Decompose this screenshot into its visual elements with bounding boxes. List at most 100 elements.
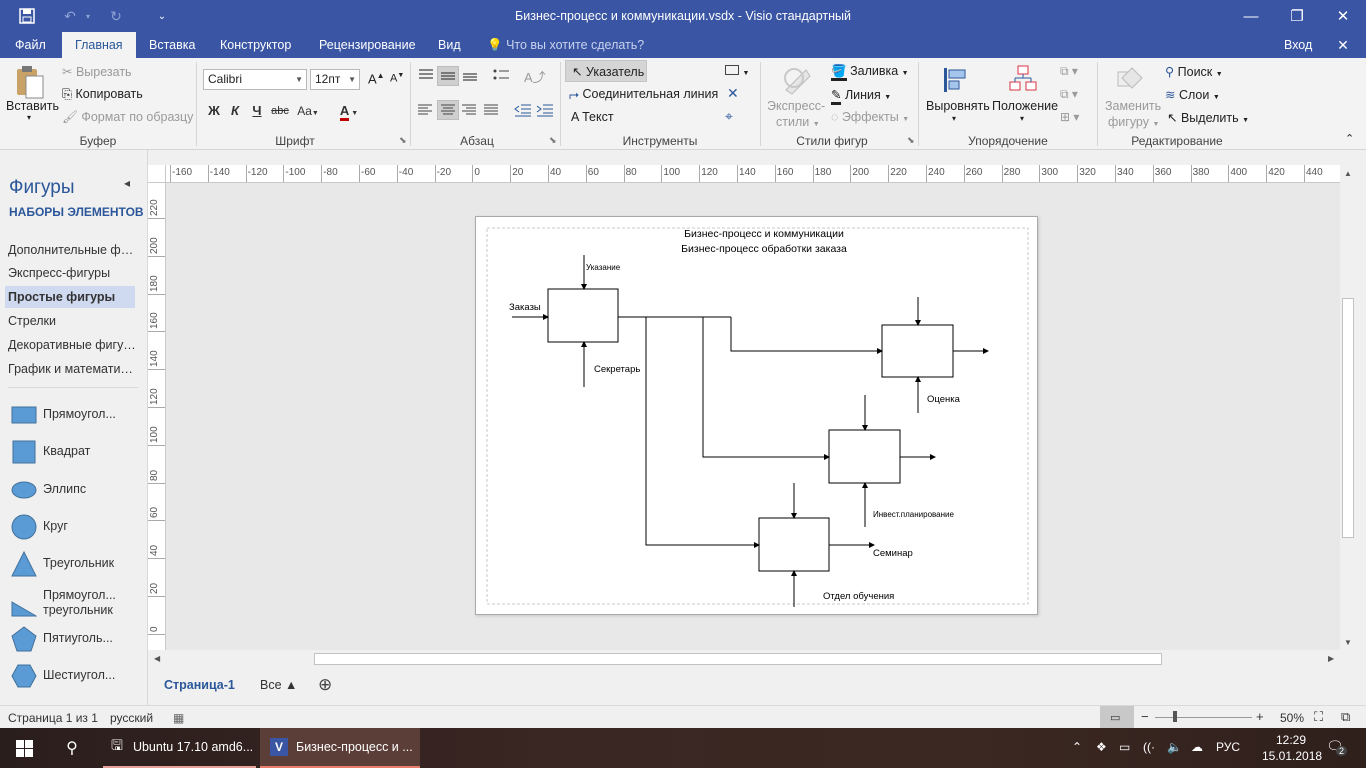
close-tool-icon[interactable]: ✕	[727, 85, 739, 102]
horizontal-scrollbar[interactable]: ◀ ▶	[150, 651, 1340, 667]
shape-triangle[interactable]: Треугольник	[8, 548, 144, 580]
stencil-item-active[interactable]: Простые фигуры	[5, 286, 135, 308]
close-doc-icon[interactable]: ✕	[1320, 32, 1366, 58]
volume-icon[interactable]: 🔈	[1167, 740, 1182, 754]
drawing-page[interactable]: Бизнес-процесс и коммуникации Бизнес-про…	[475, 216, 1038, 615]
font-name-select[interactable]: Calibri ▼	[203, 69, 307, 90]
label-secretary[interactable]: Секретарь	[594, 364, 640, 375]
font-color-button[interactable]: A ▼	[334, 101, 364, 121]
label-seminar[interactable]: Семинар	[873, 548, 913, 559]
change-shape-icon[interactable]	[1114, 64, 1146, 99]
bold-button[interactable]: Ж	[204, 101, 224, 121]
change-shape-button[interactable]: Заменить	[1105, 99, 1161, 113]
position-dropdown-icon[interactable]: ▾	[1020, 114, 1024, 123]
align-middle-icon[interactable]	[437, 66, 459, 86]
tab-design[interactable]: Конструктор	[207, 32, 304, 58]
stencil-item[interactable]: Экспресс-фигуры	[8, 262, 138, 284]
scroll-left-icon[interactable]: ◀	[154, 654, 160, 663]
taskbar-visio[interactable]: V Бизнес-процесс и ...	[260, 728, 420, 768]
label-instruction[interactable]: Указание	[586, 263, 621, 272]
text-tool-button[interactable]: A Текст	[571, 110, 614, 124]
switch-windows-icon[interactable]: ⧉	[1341, 709, 1350, 725]
shape-circle[interactable]: Круг	[8, 511, 144, 543]
connector-tool-button[interactable]: ⮣ Соединительная линия	[569, 87, 718, 102]
vertical-scrollbar[interactable]: ▲ ▼	[1340, 165, 1356, 650]
tab-view[interactable]: Вид	[425, 32, 474, 58]
zoom-out-button[interactable]: −	[1141, 709, 1149, 724]
quick-styles-button-line2[interactable]: стили ▼	[776, 115, 820, 129]
increase-indent-icon[interactable]	[536, 103, 554, 120]
align-dropdown-icon[interactable]: ▾	[952, 114, 956, 123]
position-icon[interactable]	[1008, 64, 1038, 97]
tab-review[interactable]: Рецензирование	[306, 32, 429, 58]
align-bottom-icon[interactable]	[461, 68, 479, 85]
align-left-icon[interactable]	[417, 103, 433, 120]
diagram-title[interactable]: Бизнес-процесс и коммуникации	[684, 228, 844, 240]
input-language[interactable]: РУС	[1216, 740, 1240, 754]
process-box-orders[interactable]	[547, 288, 619, 343]
tab-file[interactable]: Файл	[2, 32, 59, 58]
onedrive-icon[interactable]: ☁	[1191, 740, 1203, 754]
dropbox-icon[interactable]: ❖	[1096, 740, 1107, 754]
copy-button[interactable]: ⎘ Копировать	[62, 87, 143, 102]
format-painter-button[interactable]: 🖌 Формат по образцу	[62, 110, 193, 125]
fit-page-icon[interactable]: ⛶	[1314, 709, 1323, 725]
underline-button[interactable]: Ч	[247, 101, 267, 121]
align-top-icon[interactable]	[417, 68, 435, 85]
tab-home[interactable]: Главная	[62, 32, 136, 58]
decrease-indent-icon[interactable]	[514, 103, 532, 120]
shape-hexagon[interactable]: Шестиугол...	[8, 660, 144, 692]
process-box-invest[interactable]	[828, 429, 901, 484]
text-direction-icon[interactable]: A⤴	[524, 67, 546, 86]
shape-rectangle[interactable]: Прямоугол...	[8, 399, 144, 431]
shape-right-triangle[interactable]: Прямоугол... треугольник	[8, 586, 144, 626]
stencil-item[interactable]: График и математиче...	[8, 358, 138, 380]
position-button[interactable]: Положение	[992, 99, 1058, 113]
paragraph-dialog-launcher-icon[interactable]: ⬊	[549, 135, 557, 146]
label-orders[interactable]: Заказы	[509, 302, 541, 313]
line-button[interactable]: ✎ Линия ▼	[831, 87, 891, 105]
zoom-slider[interactable]	[1155, 717, 1252, 718]
connection-point-icon[interactable]: ⌖	[725, 108, 733, 125]
battery-icon[interactable]: ▭	[1119, 740, 1130, 754]
align-center-icon[interactable]	[437, 100, 459, 120]
pointer-tool-button[interactable]: ↖ Указатель	[572, 64, 644, 79]
clock[interactable]: 12:29 15.01.2018	[1262, 732, 1322, 764]
send-backward-icon[interactable]: ⧉ ▾	[1060, 87, 1078, 102]
scroll-right-icon[interactable]: ▶	[1328, 654, 1334, 663]
change-shape-button-line2[interactable]: фигуру ▼	[1108, 115, 1159, 129]
process-box-evaluation[interactable]	[881, 324, 954, 378]
bring-forward-icon[interactable]: ⧉ ▾	[1060, 64, 1078, 79]
effects-button[interactable]: ◌ Эффекты ▼	[831, 110, 909, 124]
language-indicator[interactable]: русский	[110, 711, 153, 725]
shape-square[interactable]: Квадрат	[8, 436, 144, 468]
taskbar-ubuntu[interactable]: 🖫 Ubuntu 17.10 amd6...	[103, 728, 256, 768]
connector-line[interactable]	[702, 317, 830, 460]
drawing-canvas[interactable]: Бизнес-процесс и коммуникации Бизнес-про…	[166, 183, 1340, 650]
horizontal-scroll-thumb[interactable]	[314, 653, 1162, 665]
vertical-scroll-thumb[interactable]	[1342, 298, 1354, 538]
change-case-button[interactable]: Aa▼	[295, 101, 321, 121]
zoom-level[interactable]: 50%	[1280, 711, 1304, 725]
grow-font-button[interactable]: A▲	[368, 71, 385, 86]
align-button[interactable]: Выровнять	[926, 99, 990, 113]
quick-styles-button[interactable]: Экспресс-	[767, 99, 825, 113]
shape-styles-dialog-launcher-icon[interactable]: ⬊	[907, 135, 915, 146]
diagram-subtitle[interactable]: Бизнес-процесс обработки заказа	[681, 243, 847, 255]
tab-insert[interactable]: Вставка	[136, 32, 208, 58]
shrink-font-button[interactable]: A▼	[390, 72, 404, 85]
font-size-select[interactable]: 12пт ▼	[310, 69, 360, 90]
shape-pentagon[interactable]: Пятиуголь...	[8, 623, 144, 655]
italic-button[interactable]: К	[225, 101, 245, 121]
cut-button[interactable]: ✂ Вырезать	[62, 64, 132, 79]
scroll-up-icon[interactable]: ▲	[1344, 169, 1352, 178]
search-taskbar-icon[interactable]: ⚲	[48, 728, 96, 768]
scroll-down-icon[interactable]: ▼	[1344, 638, 1352, 647]
collapse-ribbon-icon[interactable]: ⌃	[1345, 132, 1354, 145]
zoom-slider-thumb[interactable]	[1173, 711, 1177, 722]
sign-in-link[interactable]: Вход	[1284, 32, 1312, 58]
label-evaluation[interactable]: Оценка	[927, 394, 961, 405]
stencil-item[interactable]: Декоративные фигуры	[8, 334, 138, 356]
page-tab-1[interactable]: Страница-1	[164, 678, 235, 692]
minimize-button[interactable]: —	[1228, 0, 1274, 32]
